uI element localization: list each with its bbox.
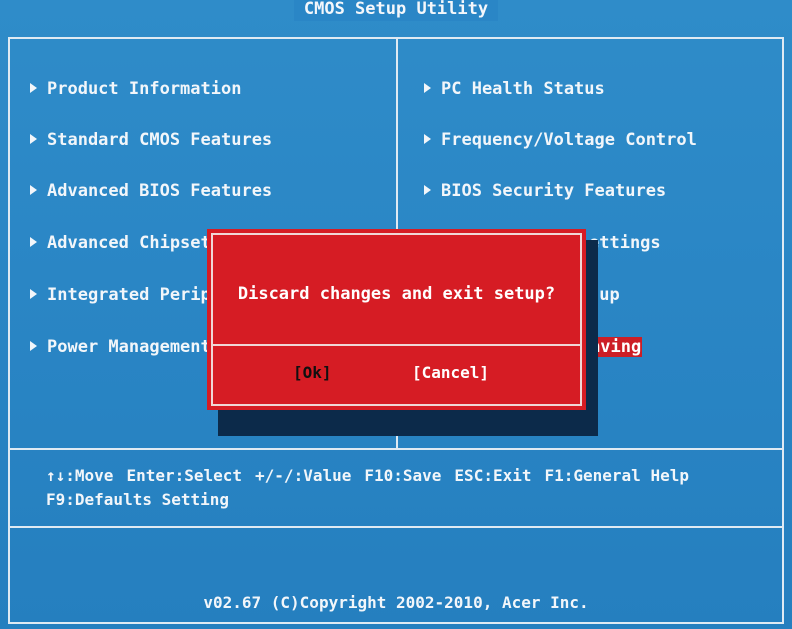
copyright-footer: v02.67 (C)Copyright 2002-2010, Acer Inc.	[203, 593, 589, 612]
bios-screen: CMOS Setup Utility Product Information S…	[0, 0, 792, 629]
triangle-right-icon	[30, 289, 37, 299]
dialog-border	[211, 233, 582, 406]
key-help: ↑↓:Move Enter:Select +/-/:Value F10:Save ESC…	[46, 464, 702, 512]
menu-item-power-management[interactable]: Power Management	[30, 336, 211, 358]
menu-item-integrated-peripherals[interactable]: Integrated Perip	[30, 284, 211, 306]
key-defaults: F9:Defaults Setting	[46, 490, 230, 509]
key-help: F1:General Help	[544, 466, 689, 485]
page-title: CMOS Setup Utility	[293, 0, 499, 21]
key-select: Enter:Select	[126, 466, 243, 485]
menu-item-label: Standard CMOS Features	[47, 130, 273, 150]
menu-item-advanced-chipset[interactable]: Advanced Chipset	[30, 232, 211, 254]
triangle-right-icon	[30, 185, 37, 195]
ok-button[interactable]: [Ok]	[293, 361, 332, 385]
menu-item-settings-partial[interactable]: ettings	[589, 232, 661, 254]
discard-changes-dialog: Discard changes and exit setup? [Ok] [Ca…	[207, 229, 586, 410]
menu-item-advanced-bios-features[interactable]: Advanced BIOS Features	[30, 180, 272, 202]
triangle-right-icon	[424, 134, 431, 144]
key-value: +/-/:Value	[255, 466, 352, 485]
menu-item-label: Frequency/Voltage Control	[441, 130, 697, 150]
menu-item-label: BIOS Security Features	[441, 181, 667, 201]
key-exit: ESC:Exit	[454, 466, 532, 485]
key-save: F10:Save	[364, 466, 442, 485]
menu-item-label: ettings	[589, 233, 661, 253]
menu-item-label: Product Information	[47, 79, 242, 99]
menu-item-frequency-voltage-control[interactable]: Frequency/Voltage Control	[424, 129, 697, 151]
triangle-right-icon	[30, 134, 37, 144]
title-bar: CMOS Setup Utility	[0, 0, 792, 26]
triangle-right-icon	[30, 83, 37, 93]
triangle-right-icon	[424, 83, 431, 93]
dialog-separator	[211, 344, 582, 346]
dialog-message: Discard changes and exit setup?	[237, 284, 556, 304]
menu-item-label: PC Health Status	[441, 79, 605, 99]
menu-item-label: Integrated Perip	[47, 285, 211, 305]
menu-item-standard-cmos-features[interactable]: Standard CMOS Features	[30, 129, 272, 151]
key-help-row-2: F9:Defaults Setting	[46, 488, 702, 512]
triangle-right-icon	[424, 185, 431, 195]
triangle-right-icon	[30, 341, 37, 351]
menu-item-label: Advanced BIOS Features	[47, 181, 273, 201]
menu-item-label: Power Management	[47, 337, 211, 357]
key-help-row-1: ↑↓:Move Enter:Select +/-/:Value F10:Save ESC…	[46, 464, 702, 488]
cancel-button[interactable]: [Cancel]	[412, 361, 489, 385]
menu-item-label: Advanced Chipset	[47, 233, 211, 253]
key-move: ↑↓:Move	[46, 466, 114, 485]
menu-item-pc-health-status[interactable]: PC Health Status	[424, 78, 605, 100]
triangle-right-icon	[30, 237, 37, 247]
menu-item-product-information[interactable]: Product Information	[30, 78, 241, 100]
menu-item-bios-security-features[interactable]: BIOS Security Features	[424, 180, 666, 202]
